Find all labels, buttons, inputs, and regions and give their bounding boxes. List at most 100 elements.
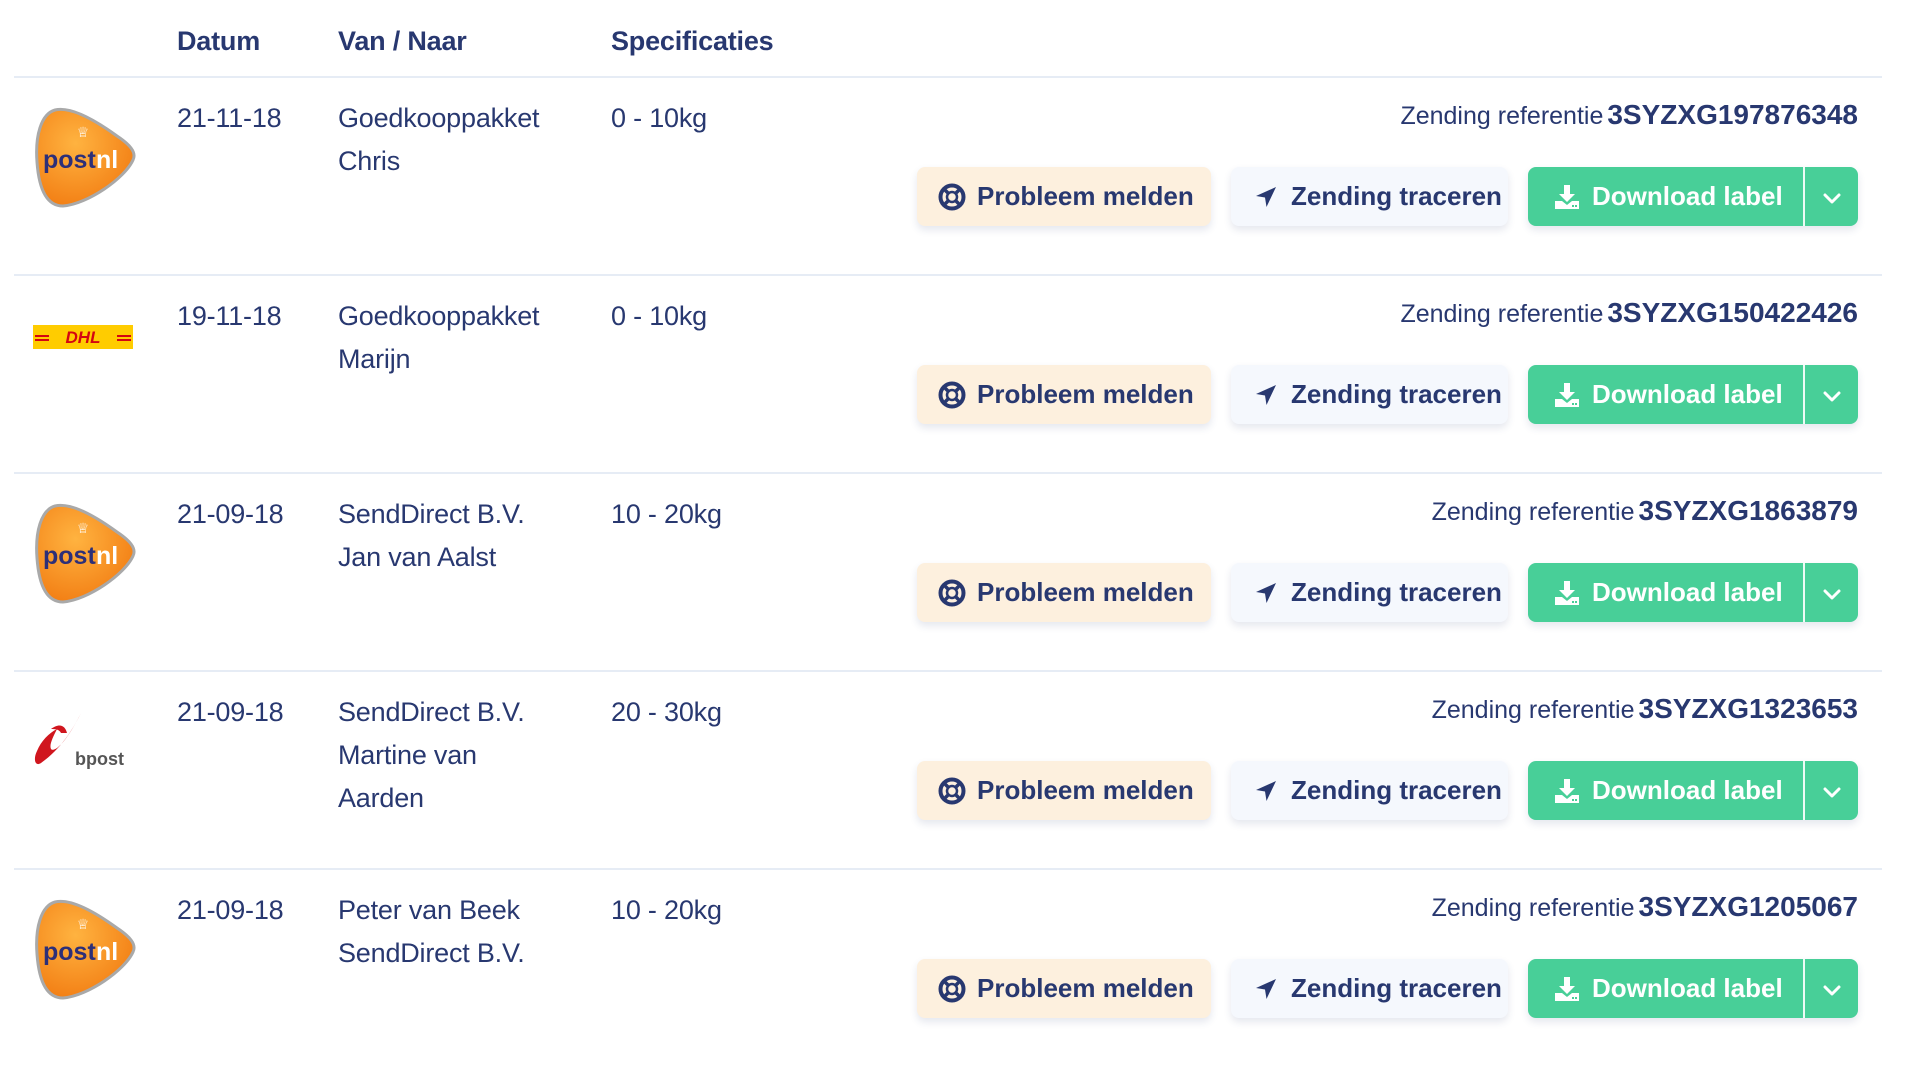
from-to-line: Martine van <box>338 740 477 770</box>
reference-label: Zending referentie <box>1431 498 1635 526</box>
lifebuoy-icon <box>937 380 967 410</box>
shipment-row: ♕ post nl 21-11-18 Goedkooppakket Chris 0 -… <box>0 77 1920 275</box>
reference-number: 3SYZXG1323653 <box>1638 693 1859 724</box>
from-to-line: Goedkooppakket <box>338 301 540 331</box>
report-problem-button[interactable]: Probleem melden <box>917 563 1211 622</box>
track-shipment-button[interactable]: Zending traceren <box>1231 167 1508 226</box>
dhl-logo-icon: DHL <box>33 325 133 349</box>
lifebuoy-icon <box>937 182 967 212</box>
download-icon <box>1552 182 1582 212</box>
track-shipment-button[interactable]: Zending traceren <box>1231 959 1508 1018</box>
table-header: Datum Van / Naar Specificaties <box>0 0 1920 77</box>
svg-text:nl: nl <box>96 146 118 174</box>
shipment-reference: Zending referentie 3SYZXG1323653 <box>1432 691 1858 728</box>
postnl-logo-icon: ♕ post nl <box>35 503 136 604</box>
shipment-from-to: SendDirect B.V. Jan van Aalst <box>338 493 525 579</box>
report-problem-label: Probleem melden <box>977 379 1194 409</box>
carrier-logo: ♕ post nl <box>33 898 137 1007</box>
shipment-reference: Zending referentie 3SYZXG1205067 <box>1432 889 1858 926</box>
download-label-button[interactable]: Download label <box>1528 167 1803 226</box>
split-divider <box>1803 959 1805 1018</box>
download-options-toggle[interactable] <box>1805 365 1858 424</box>
from-to-line: Marijn <box>338 344 411 374</box>
download-icon <box>1552 380 1582 410</box>
download-label-text: Download label <box>1592 775 1783 805</box>
lifebuoy-icon <box>937 776 967 806</box>
download-options-toggle[interactable] <box>1805 563 1858 622</box>
shipment-row: ♕ post nl 21-09-18 Peter van Beek SendDirec… <box>0 869 1920 1067</box>
postnl-logo-icon: ♕ post nl <box>35 899 136 1000</box>
report-problem-label: Probleem melden <box>977 181 1194 211</box>
download-options-toggle[interactable] <box>1805 167 1858 226</box>
track-shipment-button[interactable]: Zending traceren <box>1231 761 1508 820</box>
download-label-button[interactable]: Download label <box>1528 365 1803 424</box>
download-label-split-button: Download label <box>1528 563 1858 622</box>
split-divider <box>1803 563 1805 622</box>
download-icon <box>1552 974 1582 1004</box>
svg-text:nl: nl <box>96 938 118 966</box>
shipment-date: 19-11-18 <box>177 301 282 331</box>
shipment-from-to: SendDirect B.V. Martine van Aarden <box>338 691 525 820</box>
shipment-from-to: Goedkooppakket Marijn <box>338 295 540 381</box>
shipment-date: 21-09-18 <box>177 895 284 925</box>
shipment-date: 21-11-18 <box>177 103 282 133</box>
from-to-line: Goedkooppakket <box>338 103 540 133</box>
download-label-split-button: Download label <box>1528 959 1858 1018</box>
reference-label: Zending referentie <box>1400 300 1604 328</box>
chevron-down-icon <box>1823 577 1841 608</box>
track-shipment-label: Zending traceren <box>1291 577 1502 607</box>
from-to-line: SendDirect B.V. <box>338 499 525 529</box>
shipment-row: DHL 19-11-18 Goedkooppakket Marijn 0 - 10… <box>0 275 1920 473</box>
download-label-text: Download label <box>1592 577 1783 607</box>
download-label-button[interactable]: Download label <box>1528 563 1803 622</box>
download-label-button[interactable]: Download label <box>1528 959 1803 1018</box>
svg-text:DHL: DHL <box>66 328 101 347</box>
column-header-date: Datum <box>177 26 261 56</box>
track-shipment-button[interactable]: Zending traceren <box>1231 365 1508 424</box>
reference-number: 3SYZXG197876348 <box>1607 99 1858 130</box>
chevron-down-icon <box>1823 775 1841 806</box>
carrier-logo: ♕ post nl <box>33 106 137 215</box>
shipment-reference: Zending referentie 3SYZXG197876348 <box>1400 97 1858 134</box>
shipment-from-to: Goedkooppakket Chris <box>338 97 540 183</box>
svg-text:♕: ♕ <box>77 917 90 933</box>
from-to-line: Aarden <box>338 783 424 813</box>
carrier-logo: ♕ post nl <box>33 502 137 611</box>
download-icon <box>1552 578 1582 608</box>
download-label-split-button: Download label <box>1528 761 1858 820</box>
chevron-down-icon <box>1823 379 1841 410</box>
reference-number: 3SYZXG1205067 <box>1638 891 1859 922</box>
svg-text:post: post <box>43 146 96 174</box>
shipment-date: 21-09-18 <box>177 697 284 727</box>
chevron-down-icon <box>1823 973 1841 1004</box>
track-shipment-label: Zending traceren <box>1291 379 1502 409</box>
download-options-toggle[interactable] <box>1805 761 1858 820</box>
shipment-specs: 0 - 10kg <box>611 301 707 331</box>
from-to-line: Peter van Beek <box>338 895 520 925</box>
shipment-date: 21-09-18 <box>177 499 284 529</box>
reference-number: 3SYZXG1863879 <box>1638 495 1859 526</box>
report-problem-label: Probleem melden <box>977 577 1194 607</box>
shipment-reference: Zending referentie 3SYZXG1863879 <box>1432 493 1858 530</box>
download-options-toggle[interactable] <box>1805 959 1858 1018</box>
report-problem-button[interactable]: Probleem melden <box>917 959 1211 1018</box>
report-problem-button[interactable]: Probleem melden <box>917 167 1211 226</box>
track-shipment-button[interactable]: Zending traceren <box>1231 563 1508 622</box>
split-divider <box>1803 167 1805 226</box>
download-icon <box>1552 776 1582 806</box>
reference-label: Zending referentie <box>1400 102 1604 130</box>
download-label-button[interactable]: Download label <box>1528 761 1803 820</box>
report-problem-label: Probleem melden <box>977 973 1194 1003</box>
svg-text:♕: ♕ <box>77 521 90 537</box>
download-label-text: Download label <box>1592 379 1783 409</box>
reference-number: 3SYZXG150422426 <box>1607 297 1858 328</box>
report-problem-button[interactable]: Probleem melden <box>917 365 1211 424</box>
download-label-split-button: Download label <box>1528 167 1858 226</box>
from-to-line: SendDirect B.V. <box>338 697 525 727</box>
column-header-from-to: Van / Naar <box>338 26 467 56</box>
location-arrow-icon <box>1251 182 1281 212</box>
split-divider <box>1803 365 1805 424</box>
location-arrow-icon <box>1251 974 1281 1004</box>
report-problem-button[interactable]: Probleem melden <box>917 761 1211 820</box>
lifebuoy-icon <box>937 974 967 1004</box>
